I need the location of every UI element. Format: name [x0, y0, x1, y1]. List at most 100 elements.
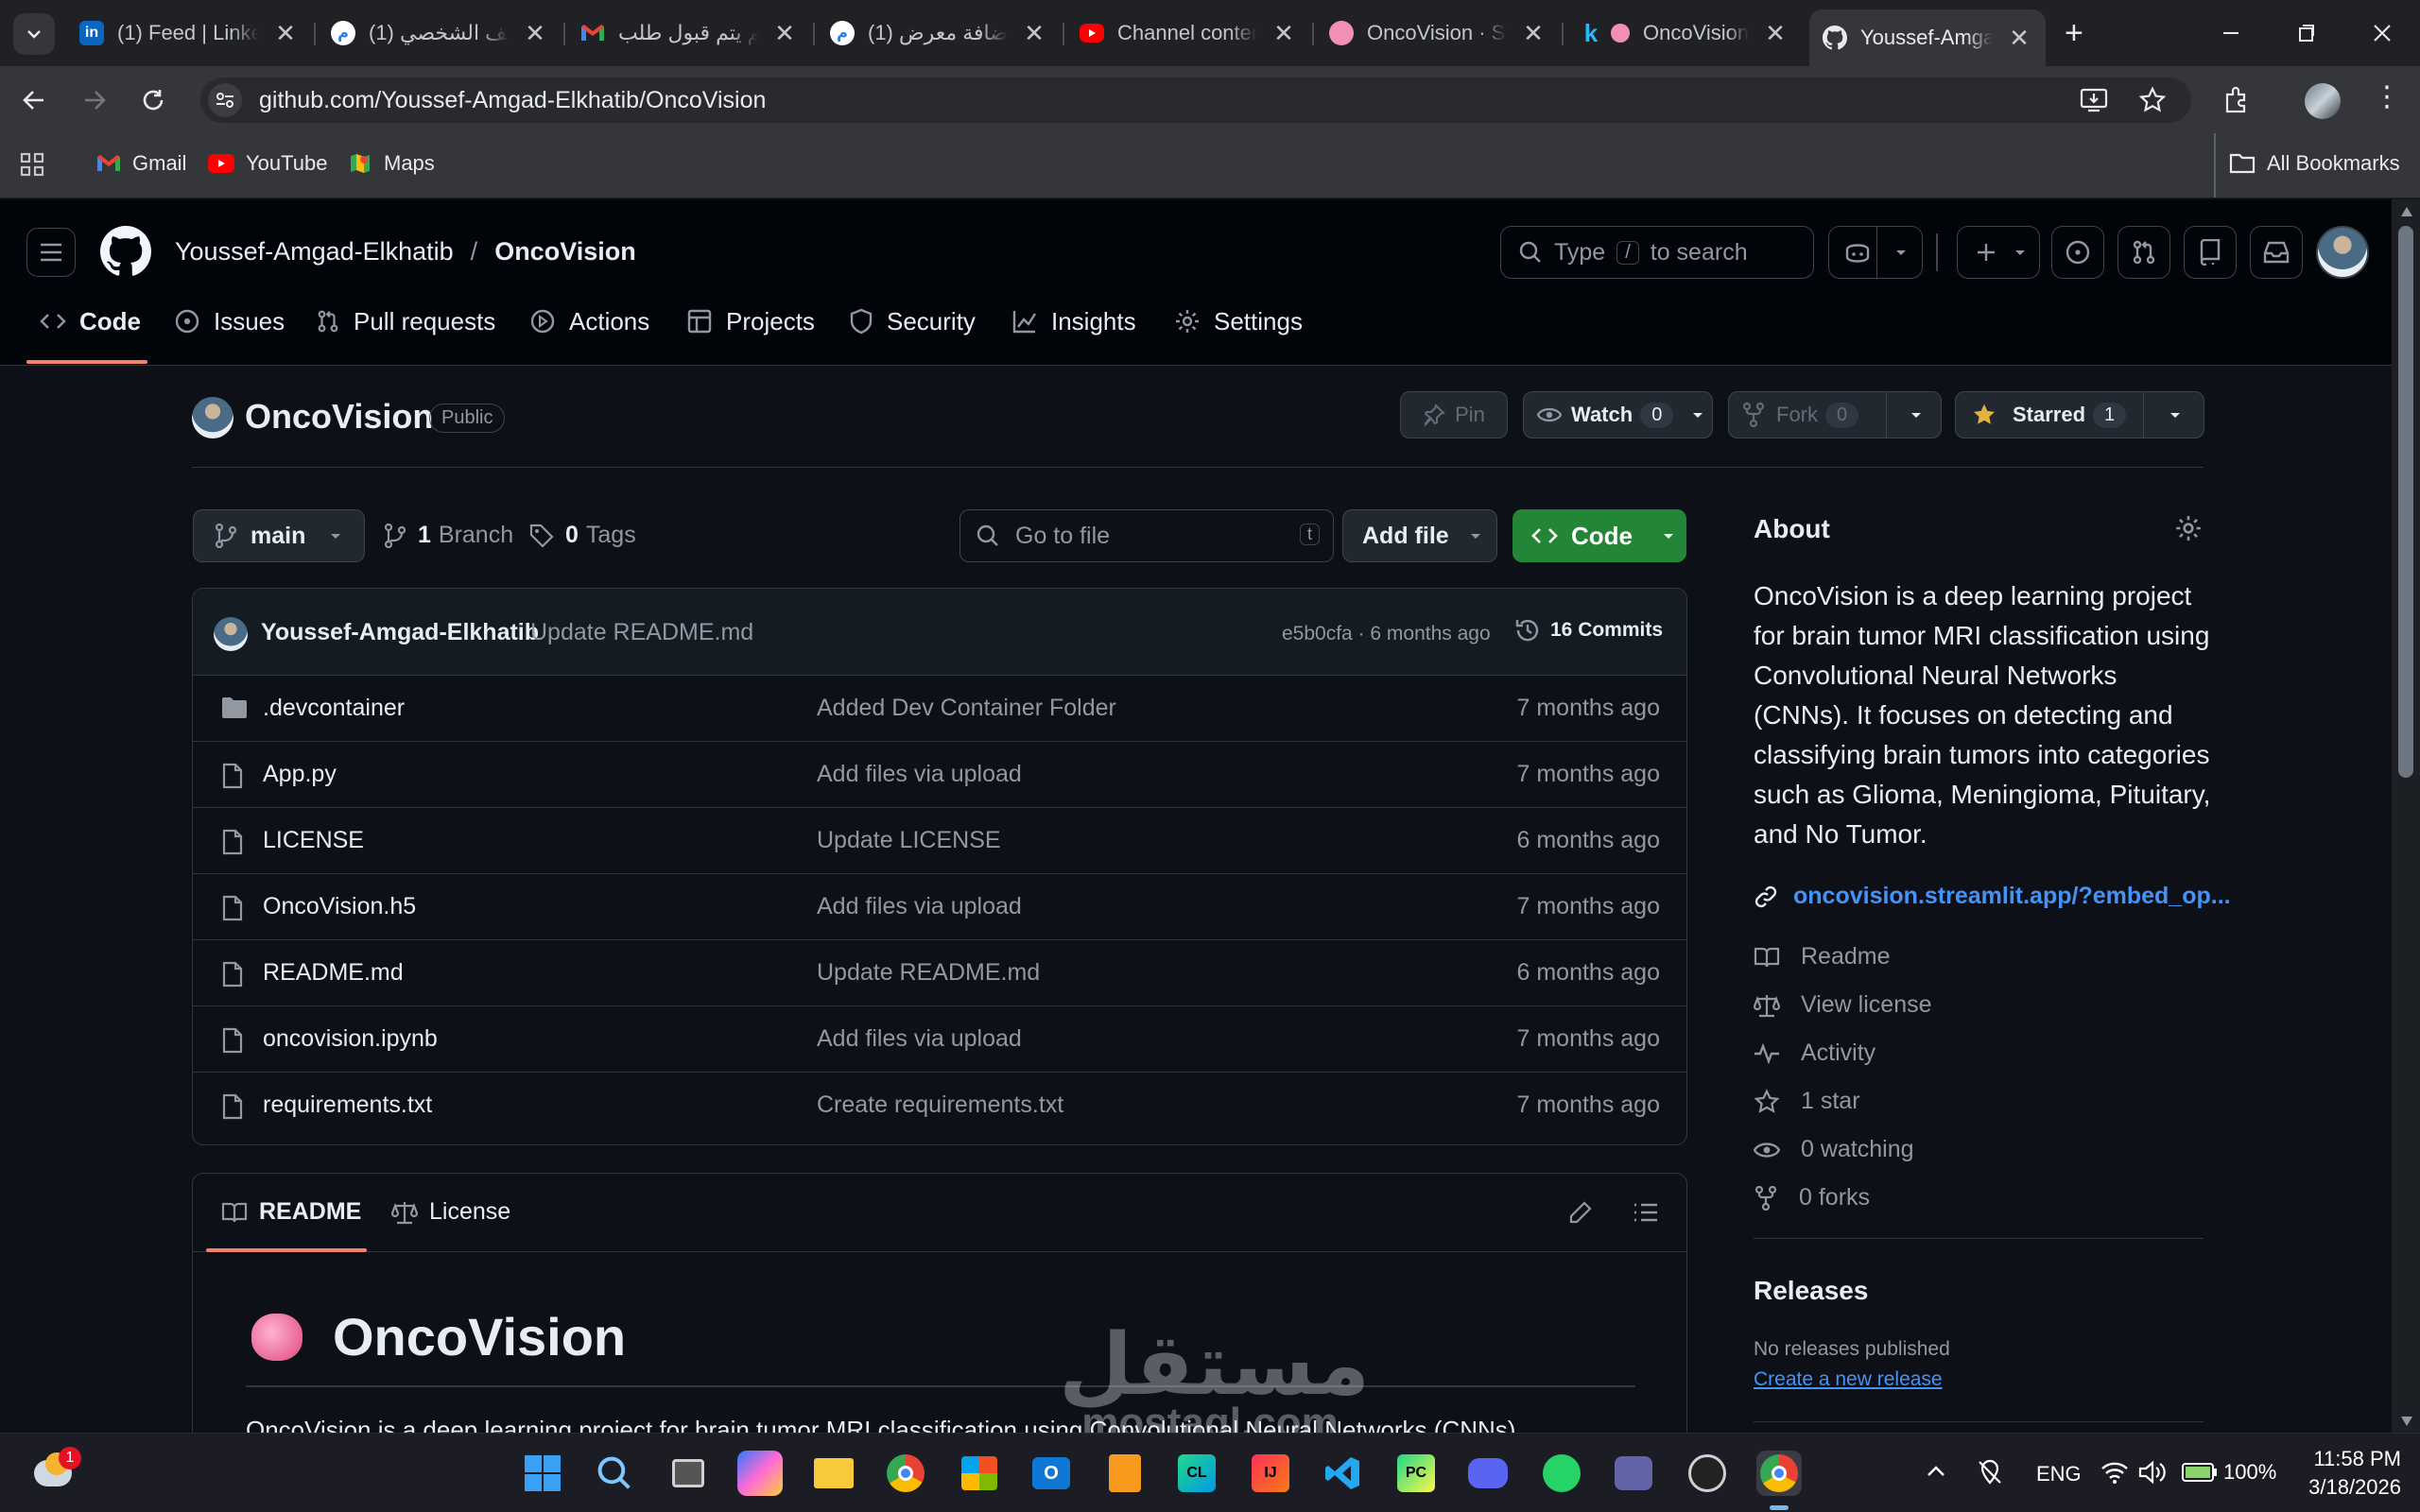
repo-title[interactable]: OncoVision [245, 397, 433, 437]
repositories-button[interactable] [2184, 226, 2237, 279]
fork-button[interactable]: Fork 0 [1728, 391, 1942, 438]
commit-message[interactable]: Update README.md [530, 619, 753, 646]
extensions-icon[interactable] [2221, 85, 2252, 115]
bookmark-star-icon[interactable] [2138, 86, 2167, 114]
taskbar-search-button[interactable] [592, 1451, 637, 1496]
volume-icon[interactable] [2138, 1460, 2167, 1485]
weather-widget[interactable]: 1 [30, 1447, 81, 1498]
tab-settings[interactable]: Settings [1174, 300, 1303, 343]
apps-grid-icon[interactable] [19, 151, 45, 178]
input-language[interactable]: ENG [2036, 1462, 2082, 1486]
about-forks-link[interactable]: 0 forks [1754, 1184, 1870, 1211]
intellij-icon[interactable]: IJ [1248, 1451, 1293, 1496]
page-scrollbar[interactable] [2392, 199, 2420, 1433]
license-tab[interactable]: License [391, 1198, 510, 1226]
browser-tab-streamlit[interactable]: OncoVision · Streamlit ✕ [1316, 11, 1560, 55]
file-row[interactable]: LICENSE Update LICENSE 6 months ago [193, 807, 1686, 873]
branch-selector[interactable]: main [193, 509, 365, 562]
chrome-taskbar-icon[interactable] [883, 1451, 928, 1496]
commit-hash-time[interactable]: e5b0cfa · 6 months ago [1282, 623, 1491, 645]
browser-tab-youtube[interactable]: Channel content ✕ [1066, 11, 1310, 55]
wifi-icon[interactable] [2100, 1460, 2129, 1485]
inbox-button[interactable] [2250, 226, 2303, 279]
task-view-button[interactable] [666, 1451, 711, 1496]
about-watchers-link[interactable]: 0 watching [1754, 1136, 1914, 1163]
file-name[interactable]: LICENSE [263, 827, 364, 854]
tab-security[interactable]: Security [849, 300, 976, 343]
close-icon[interactable]: ✕ [1270, 19, 1297, 48]
teams-icon[interactable] [1611, 1451, 1656, 1496]
store-icon[interactable] [957, 1451, 1002, 1496]
tab-insights[interactable]: Insights [1011, 300, 1136, 343]
chevron-down-icon[interactable] [1893, 245, 1909, 260]
battery-indicator[interactable]: 100% [2182, 1460, 2276, 1485]
repo-owner-link[interactable]: Youssef-Amgad-Elkhatib [175, 237, 454, 266]
clion-icon[interactable]: CL [1174, 1451, 1219, 1496]
browser-tab-gmail[interactable]: لم يتم قبول طلب ✕ [567, 11, 811, 55]
pin-button[interactable]: Pin [1400, 391, 1508, 438]
chevron-down-icon[interactable] [2168, 407, 2183, 422]
github-logo-icon[interactable] [100, 226, 151, 277]
site-info-icon[interactable] [208, 83, 242, 117]
commit-author[interactable]: Youssef-Amgad-Elkhatib [261, 619, 539, 646]
browser-tab-kaggle[interactable]: k OncoVision ✕ [1565, 11, 1802, 55]
chevron-down-icon[interactable] [1909, 407, 1924, 422]
close-icon[interactable]: ✕ [1762, 19, 1789, 48]
whatsapp-icon[interactable] [1539, 1451, 1584, 1496]
tab-pull-requests[interactable]: Pull requests [316, 300, 495, 343]
copilot-button[interactable] [1828, 226, 1923, 279]
close-icon[interactable]: ✕ [2006, 24, 2032, 53]
forward-button[interactable] [81, 87, 108, 113]
file-name[interactable]: App.py [263, 761, 337, 788]
watch-button[interactable]: Watch 0 [1523, 391, 1713, 438]
create-release-link[interactable]: Create a new release [1754, 1368, 1943, 1391]
close-icon[interactable]: ✕ [771, 19, 798, 48]
pull-requests-button[interactable] [2118, 226, 2170, 279]
file-row[interactable]: OncoVision.h5 Add files via upload 7 mon… [193, 873, 1686, 939]
file-row[interactable]: App.py Add files via upload 7 months ago [193, 741, 1686, 807]
browser-tab-linkedin[interactable]: in (1) Feed | LinkedIn ✕ [66, 11, 312, 55]
start-button[interactable] [520, 1451, 565, 1496]
file-row[interactable]: oncovision.ipynb Add files via upload 7 … [193, 1005, 1686, 1072]
create-new-button[interactable] [1957, 226, 2040, 279]
github-search-input[interactable]: Type / to search [1500, 226, 1814, 279]
discord-icon[interactable] [1465, 1451, 1511, 1496]
vscode-icon[interactable] [1320, 1451, 1365, 1496]
copilot-taskbar-icon[interactable] [737, 1451, 783, 1496]
back-button[interactable] [21, 87, 47, 113]
file-explorer-icon[interactable] [811, 1451, 856, 1496]
go-to-file-input[interactable]: Go to file t [959, 509, 1334, 562]
edit-readme-button[interactable] [1568, 1200, 1593, 1225]
file-commit-message[interactable]: Add files via upload [817, 1025, 1022, 1053]
tab-code[interactable]: Code [40, 300, 141, 343]
close-icon[interactable]: ✕ [1021, 19, 1047, 48]
tags-link[interactable]: 0 Tags [529, 522, 636, 549]
releases-title[interactable]: Releases [1754, 1276, 1868, 1306]
commits-link[interactable]: 16 Commits [1514, 617, 1663, 644]
chevron-down-icon[interactable] [1690, 407, 1705, 422]
bookmark-gmail[interactable]: Gmail [96, 151, 186, 176]
file-name[interactable]: OncoVision.h5 [263, 893, 416, 920]
close-icon[interactable]: ✕ [1520, 19, 1547, 48]
pycharm-icon[interactable]: PC [1393, 1451, 1439, 1496]
minimize-button[interactable] [2212, 17, 2250, 49]
about-readme-link[interactable]: Readme [1754, 943, 1891, 971]
clock[interactable]: 11:58 PM 3/18/2026 [2278, 1445, 2401, 1502]
new-tab-button[interactable]: + [2065, 15, 2083, 52]
commit-author-avatar[interactable] [214, 617, 248, 651]
star-button[interactable]: Starred 1 [1955, 391, 2204, 438]
repo-name-link[interactable]: OncoVision [494, 237, 636, 266]
file-commit-message[interactable]: Create requirements.txt [817, 1091, 1063, 1119]
add-file-button[interactable]: Add file [1342, 509, 1497, 562]
outline-button[interactable] [1633, 1200, 1659, 1225]
user-avatar[interactable] [2316, 226, 2369, 279]
bookmark-youtube[interactable]: YouTube [208, 151, 327, 176]
file-commit-message[interactable]: Update README.md [817, 959, 1040, 987]
url-text[interactable]: github.com/Youssef-Amgad-Elkhatib/OncoVi… [259, 87, 766, 114]
browser-tab-github-active[interactable]: Youssef-Amgad ✕ [1809, 9, 2046, 66]
browser-tab-mostaql-profile[interactable]: م (1) الملف الشخصي ✕ [318, 11, 562, 55]
location-off-icon[interactable] [1976, 1458, 2004, 1486]
scroll-down-icon[interactable] [2401, 1417, 2412, 1426]
obs-icon[interactable] [1685, 1451, 1730, 1496]
about-license-link[interactable]: View license [1754, 991, 1932, 1019]
